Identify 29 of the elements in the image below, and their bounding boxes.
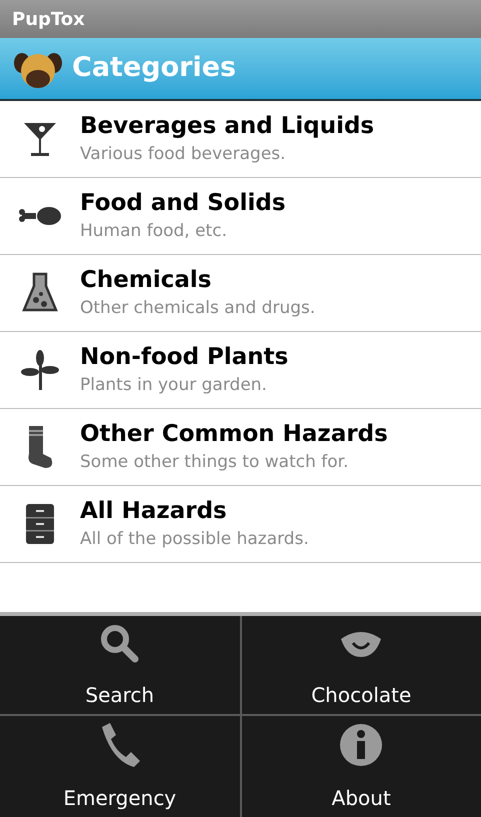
category-title: All Hazards	[80, 497, 228, 526]
category-item[interactable]: Beverages and Liquids Various food beverages.	[0, 101, 481, 178]
drumstick-icon	[19, 206, 61, 226]
category-description: Plants in your garden.	[80, 374, 268, 397]
flask-icon	[22, 272, 58, 314]
header-title: Categories	[72, 51, 236, 86]
category-description: Some other things to watch for.	[80, 451, 350, 474]
menu-option[interactable]: Chocolate	[242, 616, 481, 714]
category-title: Chemicals	[80, 266, 212, 295]
info-icon	[339, 723, 384, 768]
category-title: Other Common Hazards	[80, 420, 388, 449]
category-item[interactable]: Other Common Hazards Some other things to watch for.	[0, 409, 481, 486]
menu-option[interactable]: About	[242, 716, 481, 817]
category-description: Human food, etc.	[80, 220, 228, 243]
menu-option[interactable]: Search	[0, 616, 240, 714]
category-item[interactable]: Chemicals Other chemicals and drugs.	[0, 255, 481, 332]
category-description: Various food beverages.	[80, 143, 287, 166]
plant-icon	[20, 350, 60, 390]
category-title: Beverages and Liquids	[80, 112, 374, 141]
category-item[interactable]: All Hazards All of the possible hazards.	[0, 486, 481, 563]
category-description: All of the possible hazards.	[80, 528, 309, 551]
category-item[interactable]: Non-food Plants Plants in your garden.	[0, 332, 481, 409]
category-description: Other chemicals and drugs.	[80, 297, 316, 320]
category-title: Non-food Plants	[80, 343, 288, 372]
category-title: Food and Solids	[80, 189, 286, 218]
window-title: PupTox	[12, 8, 85, 32]
cabinet-icon	[24, 502, 56, 546]
menu-option[interactable]: Emergency	[0, 716, 240, 817]
category-item[interactable]: Food and Solids Human food, etc.	[0, 178, 481, 255]
